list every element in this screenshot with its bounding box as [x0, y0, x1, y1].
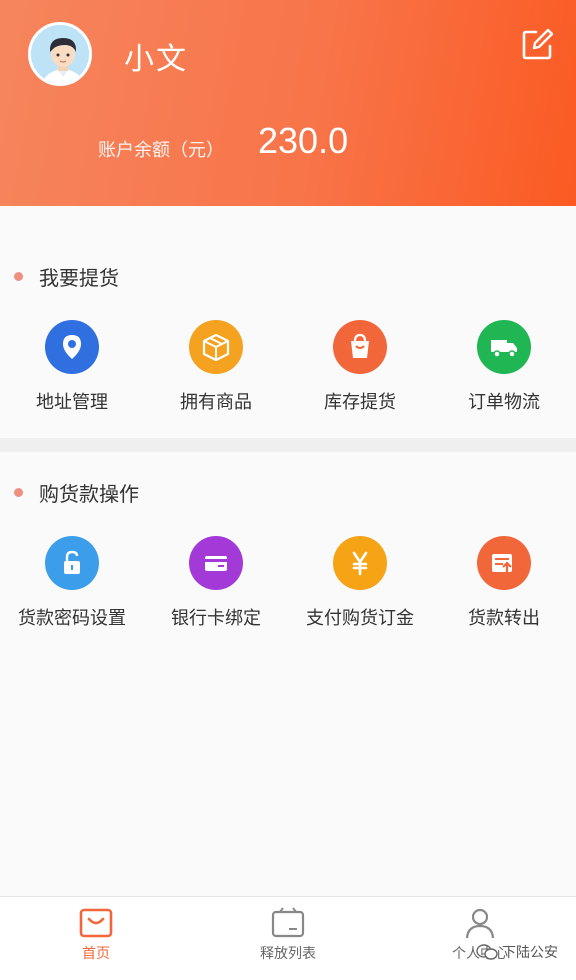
order-logistics-button[interactable]: 订单物流 [432, 320, 576, 414]
balance-value: 230.0 [258, 120, 349, 161]
pay-deposit-button[interactable]: 支付购货订金 [288, 536, 432, 630]
edit-profile-button[interactable] [520, 28, 554, 62]
pickup-section: 我要提货 地址管理 拥有商品 库存提货 订单物流 [0, 206, 576, 438]
delivery-truck-icon [477, 320, 531, 374]
wechat-logo-icon [476, 944, 498, 960]
payment-password-button[interactable]: 货款密码设置 [0, 536, 144, 630]
tab-release-list[interactable]: 释放列表 [228, 907, 348, 963]
bottom-tab-bar: 首页 释放列表 个人中心 [0, 896, 576, 980]
unlock-icon [45, 536, 99, 590]
watermark-text: 下陆公安 [502, 945, 558, 961]
yen-icon [333, 536, 387, 590]
section-dot-icon [14, 488, 23, 497]
package-box-icon [189, 320, 243, 374]
address-management-button[interactable]: 地址管理 [0, 320, 144, 414]
profile-header: 小文 账户余额（元） 230.0 [0, 0, 576, 206]
item-label: 地址管理 [36, 392, 108, 413]
inventory-pickup-button[interactable]: 库存提货 [288, 320, 432, 414]
item-label: 支付购货订金 [306, 608, 414, 629]
watermark: 下陆公安 [476, 942, 558, 962]
section-divider [0, 438, 576, 452]
bank-card-binding-button[interactable]: 银行卡绑定 [144, 536, 288, 630]
item-label: 银行卡绑定 [171, 608, 261, 629]
shopping-bag-icon [333, 320, 387, 374]
section-dot-icon [14, 272, 23, 281]
user-avatar[interactable] [28, 22, 92, 86]
owned-goods-button[interactable]: 拥有商品 [144, 320, 288, 414]
payment-section: 购货款操作 货款密码设置 银行卡绑定 支付购货订金 货款转出 [0, 452, 576, 896]
person-icon [465, 908, 495, 939]
funds-transfer-out-button[interactable]: 货款转出 [432, 536, 576, 630]
item-label: 订单物流 [468, 392, 540, 413]
bank-card-icon [189, 536, 243, 590]
item-label: 货款转出 [468, 608, 540, 629]
payment-section-title: 购货款操作 [14, 478, 139, 507]
section-title-text: 购货款操作 [39, 482, 139, 506]
section-title-text: 我要提货 [39, 266, 119, 290]
username: 小文 [124, 42, 188, 77]
list-box-icon [271, 907, 305, 938]
tab-label: 释放列表 [260, 946, 316, 962]
balance-label: 账户余额（元） [98, 140, 224, 161]
pickup-section-title: 我要提货 [14, 262, 119, 291]
home-bag-icon [79, 908, 113, 938]
avatar-icon [31, 25, 89, 83]
item-label: 拥有商品 [180, 392, 252, 413]
tab-home[interactable]: 首页 [36, 907, 156, 963]
tab-label: 首页 [82, 946, 110, 962]
transfer-out-icon [477, 536, 531, 590]
location-pin-icon [45, 320, 99, 374]
edit-icon [522, 28, 554, 60]
item-label: 货款密码设置 [18, 608, 126, 629]
item-label: 库存提货 [324, 392, 396, 413]
